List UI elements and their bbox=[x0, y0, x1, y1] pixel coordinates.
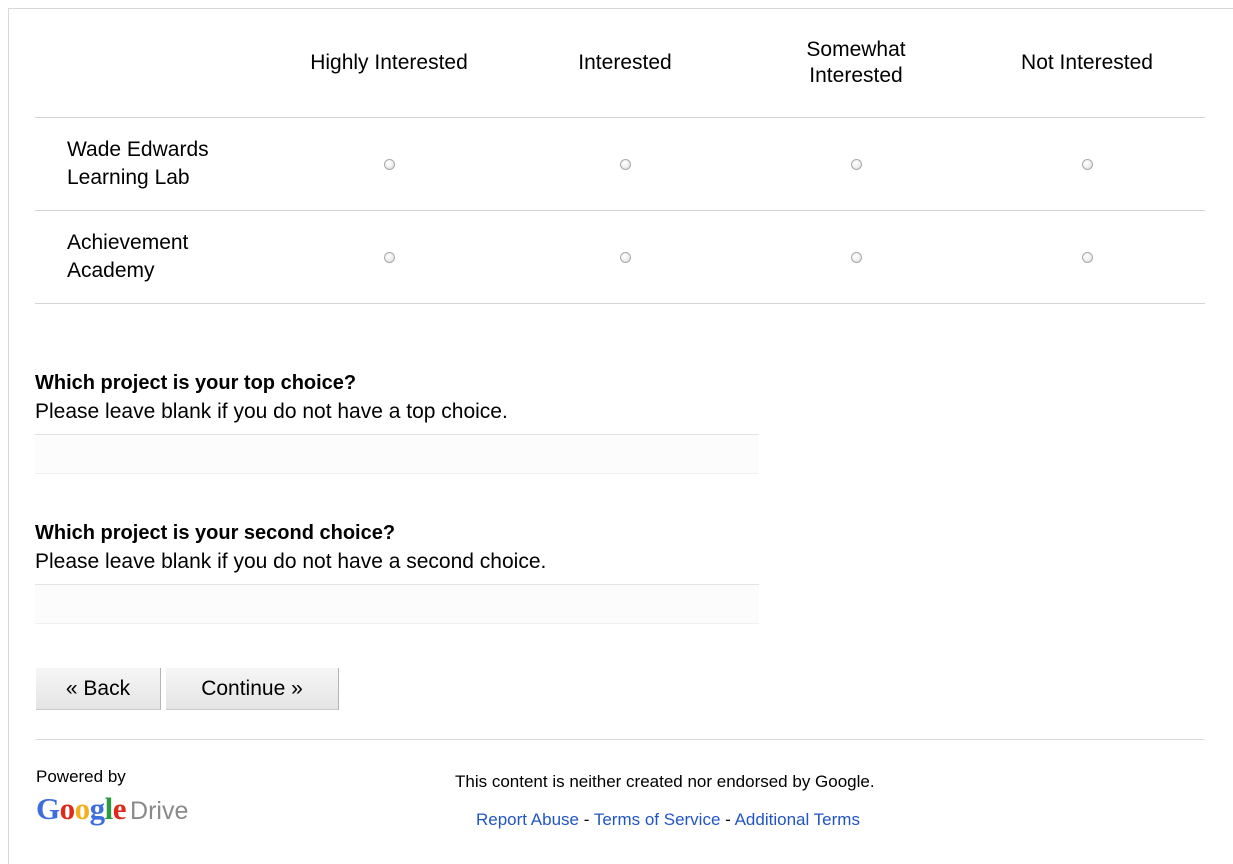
radio-wade-not-interested[interactable] bbox=[1081, 159, 1093, 170]
google-letter: o bbox=[74, 791, 91, 826]
question-title: Which project is your second choice? bbox=[35, 522, 396, 544]
google-drive-logo[interactable]: Google Drive bbox=[36, 791, 188, 827]
radio-wade-interested[interactable] bbox=[619, 159, 631, 170]
drive-wordmark: Drive bbox=[130, 797, 189, 825]
interest-grid: Highly Interested Interested Somewhat In… bbox=[35, 9, 1205, 304]
radio-achievement-somewhat-interested[interactable] bbox=[850, 252, 862, 263]
column-header-interested: Interested bbox=[578, 51, 672, 74]
google-letter: g bbox=[89, 791, 106, 826]
radio-cell bbox=[507, 210, 743, 304]
radio-cell bbox=[271, 210, 507, 304]
radio-wade-somewhat-interested[interactable] bbox=[850, 159, 862, 170]
form-content: Highly Interested Interested Somewhat In… bbox=[35, 9, 1205, 829]
top-choice-input[interactable] bbox=[35, 434, 759, 474]
grid-corner bbox=[35, 9, 271, 118]
powered-by-label: Powered by bbox=[36, 767, 126, 786]
google-disclaimer: This content is neither created nor endo… bbox=[455, 772, 875, 791]
radio-wade-highly-interested[interactable] bbox=[383, 159, 395, 170]
google-letter: o bbox=[59, 791, 76, 826]
link-separator: - bbox=[720, 810, 735, 829]
question-help-text: Please leave blank if you do not have a … bbox=[35, 550, 547, 573]
continue-button[interactable]: Continue » bbox=[166, 668, 339, 710]
grid-row-wade-edwards: Wade Edwards Learning Lab bbox=[35, 117, 1205, 211]
radio-cell bbox=[743, 210, 969, 304]
column-header-somewhat-interested: Somewhat Interested bbox=[743, 9, 969, 118]
footer-links: Report Abuse - Terms of Service - Additi… bbox=[476, 810, 860, 830]
google-letter: l bbox=[104, 791, 114, 826]
grid-row-achievement-academy: Achievement Academy bbox=[35, 210, 1205, 304]
radio-cell bbox=[969, 117, 1205, 211]
additional-terms-link[interactable]: Additional Terms bbox=[735, 810, 860, 829]
navigation-buttons: « Back Continue » bbox=[36, 668, 344, 710]
second-choice-input[interactable] bbox=[35, 584, 759, 624]
back-button[interactable]: « Back bbox=[36, 668, 161, 710]
google-letter: e bbox=[112, 791, 127, 826]
column-header-somewhat-interested-text: Somewhat Interested bbox=[806, 38, 906, 87]
radio-cell bbox=[507, 117, 743, 211]
row-label-achievement-academy: Achievement Academy bbox=[35, 210, 271, 304]
google-wordmark: Google bbox=[36, 791, 127, 826]
terms-of-service-link[interactable]: Terms of Service bbox=[594, 810, 721, 829]
question-title: Which project is your top choice? bbox=[35, 372, 357, 394]
row-label-wade-edwards: Wade Edwards Learning Lab bbox=[35, 117, 271, 211]
radio-achievement-not-interested[interactable] bbox=[1081, 252, 1093, 263]
radio-achievement-highly-interested[interactable] bbox=[383, 252, 395, 263]
column-header-not-interested: Not Interested bbox=[1021, 51, 1153, 74]
grid-header-row: Highly Interested Interested Somewhat In… bbox=[35, 9, 1205, 118]
row-label-text: Wade Edwards Learning Lab bbox=[67, 138, 209, 189]
question-top-choice: Which project is your top choice? Please… bbox=[35, 371, 765, 474]
radio-achievement-interested[interactable] bbox=[619, 252, 631, 263]
footer-divider bbox=[35, 739, 1205, 740]
radio-cell bbox=[271, 117, 507, 211]
google-letter: G bbox=[36, 791, 60, 826]
link-separator: - bbox=[579, 810, 594, 829]
radio-cell bbox=[969, 210, 1205, 304]
column-header-highly-interested: Highly Interested bbox=[310, 51, 468, 74]
report-abuse-link[interactable]: Report Abuse bbox=[476, 810, 579, 829]
radio-cell bbox=[743, 117, 969, 211]
row-label-text: Achievement Academy bbox=[67, 231, 189, 282]
form-frame: Highly Interested Interested Somewhat In… bbox=[8, 8, 1233, 864]
question-help-text: Please leave blank if you do not have a … bbox=[35, 400, 508, 423]
question-second-choice: Which project is your second choice? Ple… bbox=[35, 521, 765, 624]
